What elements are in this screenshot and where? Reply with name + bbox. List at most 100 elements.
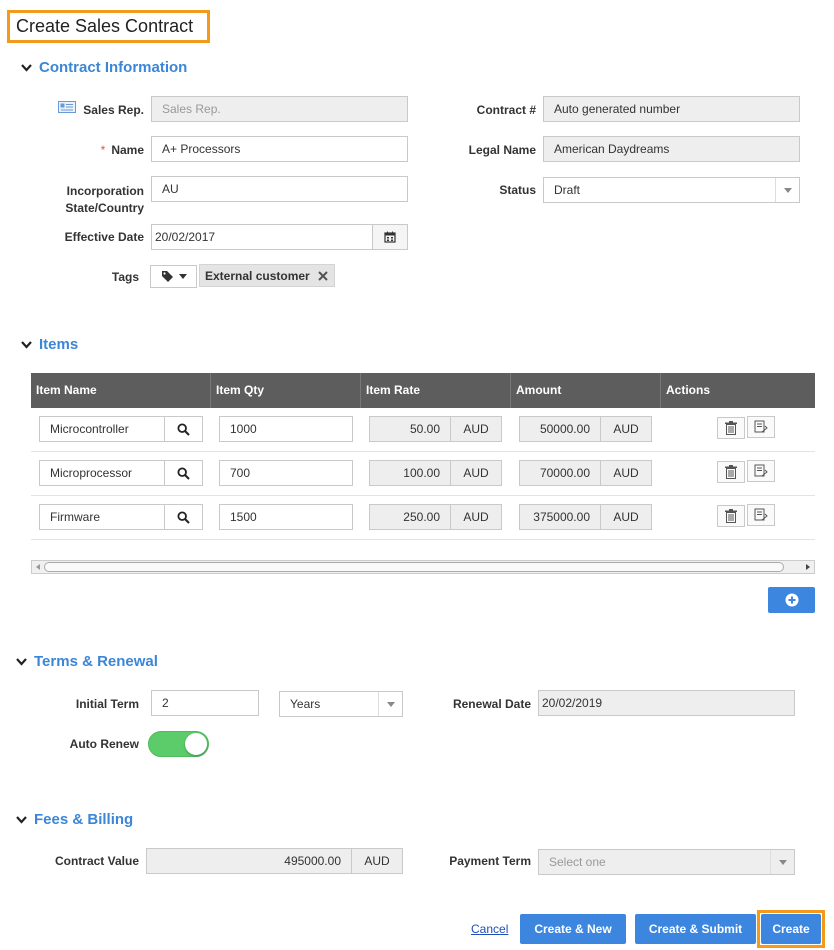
col-amount: Amount <box>511 373 661 408</box>
scroll-left-icon[interactable] <box>34 563 42 571</box>
item-name-input[interactable]: Firmware <box>39 504 165 530</box>
tag-dropdown-button[interactable] <box>150 265 197 288</box>
section-title: Terms & Renewal <box>34 653 158 670</box>
item-rate-field: 50.00 <box>369 416 451 442</box>
section-title: Items <box>39 336 79 353</box>
calendar-button[interactable] <box>372 224 408 250</box>
sales-rep-input[interactable]: Sales Rep. <box>151 96 408 122</box>
scroll-thumb[interactable] <box>44 562 784 572</box>
payment-term-select[interactable]: Select one <box>538 849 795 875</box>
item-search-button[interactable] <box>164 416 203 442</box>
incorporation-label-line1: Incorporation <box>66 184 144 198</box>
term-unit-select[interactable]: Years <box>279 691 403 717</box>
create-and-new-button[interactable]: Create & New <box>520 914 626 944</box>
toggle-knob <box>185 733 207 755</box>
renewal-date-field: 20/02/2019 <box>538 690 795 716</box>
cancel-link[interactable]: Cancel <box>471 922 508 936</box>
items-table-header: Item Name Item Qty Item Rate Amount Acti… <box>31 373 815 408</box>
legal-name-label: Legal Name <box>468 143 536 157</box>
tag-chip-label: External customer <box>205 268 310 283</box>
term-unit-value: Years <box>290 697 321 711</box>
item-qty-input[interactable]: 1500 <box>219 504 353 530</box>
effective-date-label: Effective Date <box>64 230 144 244</box>
incorporation-label: Incorporation State/Country <box>40 183 144 217</box>
tag-chip: External customer <box>199 264 335 287</box>
payment-term-label: Payment Term <box>449 854 531 868</box>
search-icon <box>177 466 190 480</box>
contract-value-field: 495000.00 <box>146 848 352 874</box>
delete-row-button[interactable] <box>717 505 745 527</box>
add-item-button[interactable] <box>768 587 815 613</box>
chevron-down-icon <box>20 339 32 351</box>
trash-icon <box>725 465 737 479</box>
edit-row-button[interactable] <box>747 460 775 482</box>
item-rate-field: 100.00 <box>369 460 451 486</box>
tag-icon <box>161 271 173 282</box>
contract-number-label: Contract # <box>476 103 536 117</box>
rate-currency: AUD <box>450 460 502 486</box>
item-name-input[interactable]: Microprocessor <box>39 460 165 486</box>
name-label: * Name <box>60 143 144 157</box>
item-qty-input[interactable]: 700 <box>219 460 353 486</box>
create-and-submit-button[interactable]: Create & Submit <box>635 914 756 944</box>
section-title: Fees & Billing <box>34 811 134 828</box>
amount-field: 375000.00 <box>519 504 601 530</box>
effective-date-input[interactable]: 20/02/2017 <box>151 224 373 250</box>
item-search-button[interactable] <box>164 504 203 530</box>
edit-note-icon <box>754 464 768 477</box>
table-horizontal-scrollbar[interactable] <box>31 560 815 574</box>
sales-rep-label: Sales Rep. <box>83 103 144 117</box>
col-item-name: Item Name <box>31 373 211 408</box>
calendar-icon <box>384 231 396 243</box>
edit-note-icon <box>754 420 768 433</box>
item-name-input[interactable]: Microcontroller <box>39 416 165 442</box>
name-input[interactable]: A+ Processors <box>151 136 408 162</box>
table-row: Microcontroller 1000 50.00 AUD 50000.00 … <box>31 408 815 452</box>
search-icon <box>177 422 190 436</box>
legal-name-field: American Daydreams <box>543 136 800 162</box>
search-icon <box>177 510 190 524</box>
create-button[interactable]: Create <box>761 914 821 944</box>
table-row: Microprocessor 700 100.00 AUD 70000.00 A… <box>31 452 815 496</box>
item-qty-input[interactable]: 1000 <box>219 416 353 442</box>
col-actions: Actions <box>666 383 711 397</box>
plus-circle-icon <box>785 593 798 607</box>
required-mark: * <box>100 143 106 157</box>
edit-note-icon <box>754 508 768 521</box>
rate-currency: AUD <box>450 416 502 442</box>
auto-renew-toggle[interactable] <box>148 731 209 757</box>
chevron-down-icon <box>15 656 27 668</box>
edit-row-button[interactable] <box>747 504 775 526</box>
chevron-down-icon <box>15 814 27 826</box>
section-items[interactable]: Items <box>20 336 78 353</box>
amount-currency: AUD <box>600 416 652 442</box>
auto-renew-label: Auto Renew <box>69 737 139 751</box>
delete-row-button[interactable] <box>717 417 745 439</box>
delete-row-button[interactable] <box>717 461 745 483</box>
payment-term-placeholder: Select one <box>549 855 606 869</box>
item-search-button[interactable] <box>164 460 203 486</box>
edit-row-button[interactable] <box>747 416 775 438</box>
initial-term-input[interactable]: 2 <box>151 690 259 716</box>
contract-value-currency: AUD <box>351 848 403 874</box>
section-fees[interactable]: Fees & Billing <box>15 811 133 828</box>
scroll-right-icon[interactable] <box>804 563 812 571</box>
trash-icon <box>725 509 737 523</box>
section-contract-info[interactable]: Contract Information <box>20 59 187 76</box>
item-rate-field: 250.00 <box>369 504 451 530</box>
contact-card-icon <box>58 101 76 116</box>
section-title: Contract Information <box>39 59 188 76</box>
amount-field: 70000.00 <box>519 460 601 486</box>
amount-field: 50000.00 <box>519 416 601 442</box>
chevron-down-icon <box>378 692 402 716</box>
incorporation-input[interactable]: AU <box>151 176 408 202</box>
section-terms[interactable]: Terms & Renewal <box>15 653 158 670</box>
contract-value-label: Contract Value <box>54 854 139 868</box>
incorporation-label-line2: State/Country <box>65 201 144 215</box>
chevron-down-icon <box>775 178 799 202</box>
status-select[interactable]: Draft <box>543 177 800 203</box>
table-row: Firmware 1500 250.00 AUD 375000.00 AUD <box>31 496 815 540</box>
amount-currency: AUD <box>600 504 652 530</box>
remove-tag-icon[interactable] <box>318 270 328 281</box>
amount-currency: AUD <box>600 460 652 486</box>
